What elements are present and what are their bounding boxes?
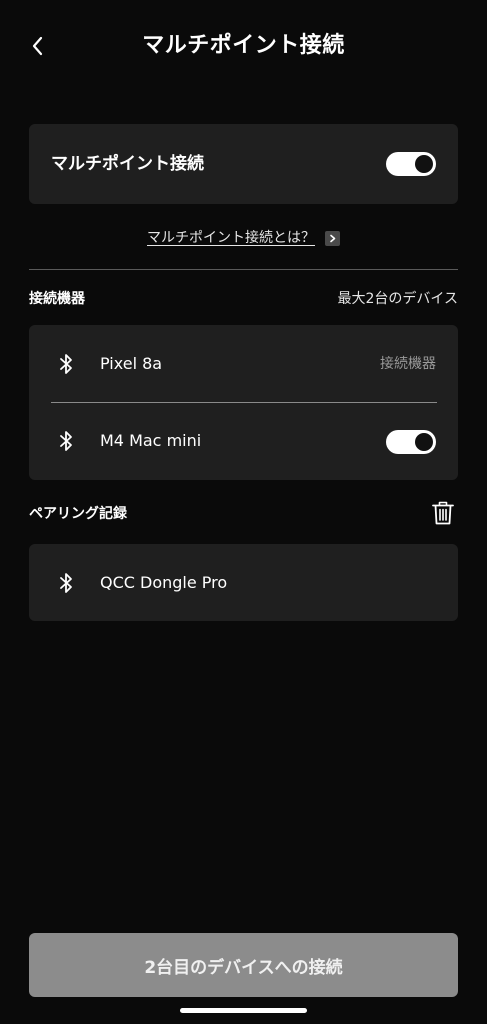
trash-icon [432, 501, 454, 525]
help-arrow-button[interactable] [325, 230, 340, 246]
device-status: 接続機器 [380, 356, 436, 372]
device-row-pixel[interactable]: Pixel 8a 接続機器 [29, 325, 458, 403]
multipoint-help-link[interactable]: マルチポイント接続とは？ [147, 227, 315, 249]
device-name: QCC Dongle Pro [100, 573, 228, 592]
connect-second-device-button[interactable]: 2台目のデバイスへの接続 [29, 933, 458, 997]
history-row-dongle[interactable]: QCC Dongle Pro [29, 544, 458, 621]
bluetooth-icon [60, 354, 72, 374]
page-title: マルチポイント接続 [142, 33, 345, 58]
connected-devices-card: Pixel 8a 接続機器 M4 Mac mini [29, 325, 458, 480]
device-row-mac[interactable]: M4 Mac mini [29, 403, 458, 480]
pairing-history-card: QCC Dongle Pro [29, 544, 458, 621]
bluetooth-icon [60, 431, 72, 451]
home-indicator [180, 1008, 307, 1013]
multipoint-toggle[interactable] [386, 152, 436, 176]
connected-devices-header: 接続機器 最大2台のデバイス [29, 287, 458, 311]
pairing-history-header: ペアリング記録 [29, 499, 458, 527]
pairing-history-title: ペアリング記録 [29, 506, 127, 522]
help-link-row: マルチポイント接続とは？ [0, 227, 487, 249]
device-name: M4 Mac mini [100, 431, 202, 450]
device-name: Pixel 8a [100, 354, 163, 373]
section-divider [29, 269, 458, 270]
multipoint-card: マルチポイント接続 [29, 124, 458, 204]
header: マルチポイント接続 [0, 0, 487, 95]
multipoint-label: マルチポイント接続 [51, 154, 204, 174]
device-toggle-mac[interactable] [386, 430, 436, 454]
max-devices-note: 最大2台のデバイス [337, 291, 459, 307]
chevron-right-icon [330, 234, 336, 242]
bluetooth-icon [60, 573, 72, 593]
connected-devices-title: 接続機器 [29, 291, 85, 307]
toggle-knob [415, 433, 433, 451]
delete-history-button[interactable] [430, 499, 456, 527]
toggle-knob [415, 155, 433, 173]
